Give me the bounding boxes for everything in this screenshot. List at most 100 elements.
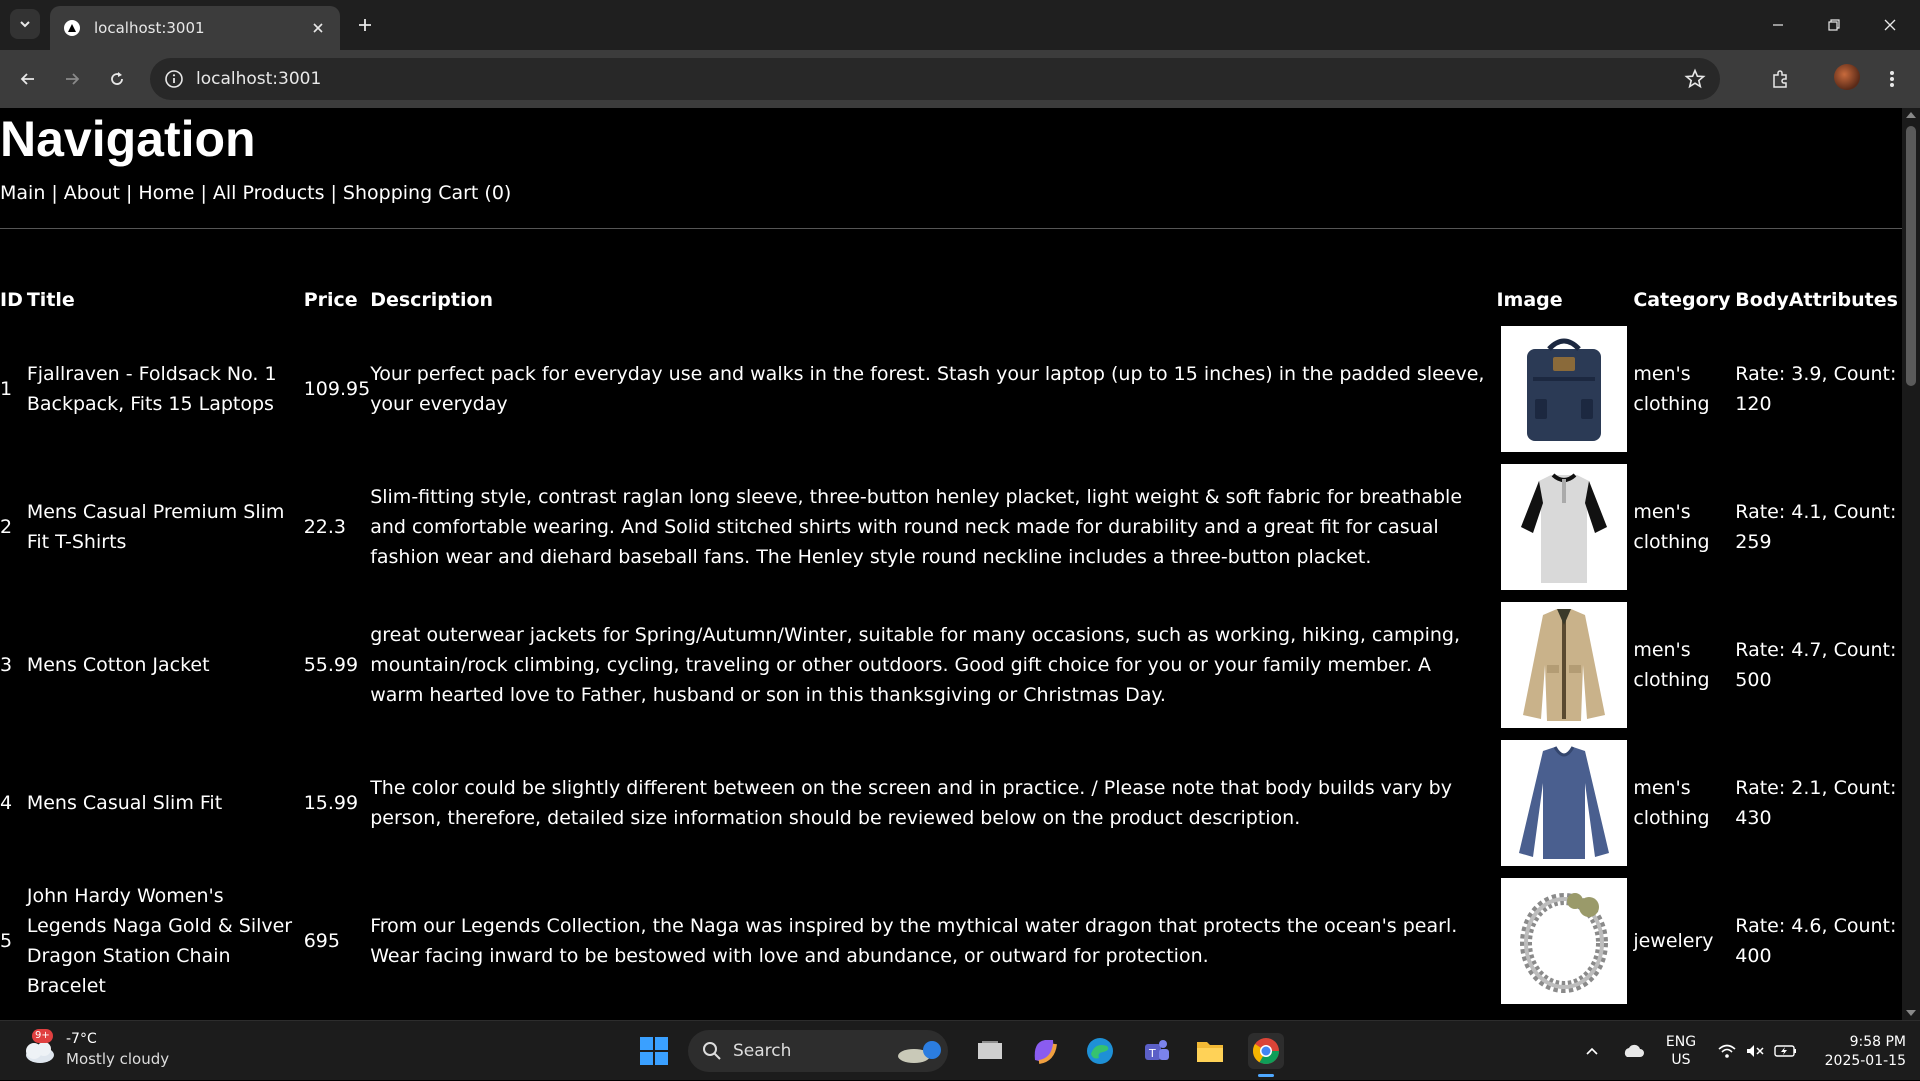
cell-id: 4 <box>0 792 13 814</box>
jacket-image <box>1501 602 1628 728</box>
copilot-icon <box>1034 1040 1057 1064</box>
close-icon <box>1884 19 1896 31</box>
extensions-button[interactable] <box>1764 63 1796 95</box>
cell-title: Mens Cotton Jacket <box>26 654 210 676</box>
back-button[interactable] <box>12 63 44 95</box>
menu-button[interactable] <box>1876 63 1908 95</box>
longsleeve-shirt-image <box>1501 740 1628 866</box>
products-table: ID Title Price Description Image Categor… <box>0 280 1902 1010</box>
cell-category: jewelery <box>1633 930 1714 952</box>
header-image: Image <box>1496 289 1563 311</box>
cell-category: men's clothing <box>1633 363 1710 415</box>
language-code: ENG <box>1665 1034 1697 1050</box>
cell-attributes: Rate: 4.1, Count: 259 <box>1735 501 1897 553</box>
table-row: 2 Mens Casual Premium Slim Fit T-Shirts … <box>0 458 1902 596</box>
scroll-down-icon[interactable] <box>1906 1010 1916 1016</box>
weather-condition: Mostly cloudy <box>66 1050 170 1068</box>
nav-link-main[interactable]: Main <box>0 182 45 204</box>
chevron-down-icon <box>20 21 30 28</box>
task-view-button[interactable] <box>972 1033 1008 1069</box>
chrome-button[interactable] <box>1248 1033 1284 1077</box>
search-icon <box>703 1042 721 1060</box>
cell-title: Mens Casual Premium Slim Fit T-Shirts <box>26 501 285 553</box>
search-highlight-icon <box>898 1041 941 1063</box>
teams-icon: T <box>1145 1040 1169 1060</box>
more-vertical-icon <box>1890 71 1894 87</box>
close-window-button[interactable] <box>1862 0 1918 50</box>
bracelet-image <box>1501 878 1628 1004</box>
cell-id: 2 <box>0 516 13 538</box>
windows-taskbar: 9+ -7°C Mostly cloudy Search T ENG US 9:… <box>0 1020 1920 1080</box>
backpack-image <box>1501 326 1628 452</box>
show-hidden-icons-button[interactable] <box>1580 1021 1604 1081</box>
nav-link-home[interactable]: Home <box>138 182 194 204</box>
weather-temp: -7°C <box>66 1031 97 1047</box>
wifi-button[interactable] <box>1714 1021 1740 1081</box>
arrow-right-icon <box>66 73 80 85</box>
folder-icon <box>1197 1042 1223 1062</box>
tab-search-button[interactable] <box>10 9 40 39</box>
clock-date: 2025-01-15 <box>1824 1053 1906 1069</box>
cell-price: 15.99 <box>303 792 359 814</box>
table-row: 3 Mens Cotton Jacket 55.99 great outerwe… <box>0 596 1902 734</box>
battery-button[interactable] <box>1772 1021 1800 1081</box>
restore-button[interactable] <box>1806 0 1862 50</box>
page-scrollbar[interactable] <box>1902 108 1920 1020</box>
nav-link-about[interactable]: About <box>64 182 120 204</box>
volume-button[interactable] <box>1742 1021 1768 1081</box>
browser-toolbar: localhost:3001 <box>0 50 1920 108</box>
header-category: Category <box>1633 289 1731 311</box>
profile-avatar[interactable] <box>1834 64 1860 90</box>
edge-button[interactable] <box>1082 1033 1118 1069</box>
table-row: 1 Fjallraven - Foldsack No. 1 Backpack, … <box>0 320 1902 458</box>
system-clock[interactable]: 9:58 PM 2025-01-15 <box>1810 1033 1906 1071</box>
cell-description: The color could be slightly different be… <box>370 777 1452 829</box>
taskbar-search[interactable]: Search <box>688 1030 948 1072</box>
language-indicator[interactable]: ENG US <box>1662 1021 1700 1081</box>
tshirt-image <box>1501 464 1628 590</box>
cell-id: 5 <box>0 930 13 952</box>
start-button[interactable] <box>636 1033 672 1069</box>
favicon-icon <box>64 20 80 36</box>
table-header-row: ID Title Price Description Image Categor… <box>0 280 1902 320</box>
header-title: Title <box>26 289 75 311</box>
onedrive-button[interactable] <box>1618 1021 1648 1081</box>
address-bar[interactable]: localhost:3001 <box>150 58 1720 100</box>
weather-widget[interactable]: 9+ -7°C Mostly cloudy <box>18 1029 169 1069</box>
puzzle-icon <box>1773 70 1787 88</box>
close-tab-icon[interactable] <box>308 18 328 38</box>
reload-button[interactable] <box>101 63 133 95</box>
cell-attributes: Rate: 2.1, Count: 430 <box>1735 777 1897 829</box>
weather-badge: 9+ <box>32 1029 53 1043</box>
teams-button[interactable]: T <box>1138 1033 1174 1069</box>
table-row: 5 John Hardy Women's Legends Naga Gold &… <box>0 872 1902 1010</box>
forward-button[interactable] <box>56 63 88 95</box>
cell-description: From our Legends Collection, the Naga wa… <box>370 915 1458 967</box>
table-row: 4 Mens Casual Slim Fit 15.99 The color c… <box>0 734 1902 872</box>
cell-price: 109.95 <box>303 378 371 400</box>
new-tab-button[interactable] <box>352 12 378 38</box>
copilot-button[interactable] <box>1026 1033 1062 1069</box>
minimize-button[interactable] <box>1750 0 1806 50</box>
wifi-icon <box>1718 1044 1736 1058</box>
file-explorer-button[interactable] <box>1192 1033 1228 1069</box>
nav-link-all-products[interactable]: All Products <box>213 182 325 204</box>
cell-attributes: Rate: 4.7, Count: 500 <box>1735 639 1897 691</box>
nav-separator: | <box>125 182 133 204</box>
scrollbar-thumb[interactable] <box>1906 126 1916 386</box>
cell-category: men's clothing <box>1633 777 1710 829</box>
windows-logo-icon <box>640 1037 668 1065</box>
site-info-icon[interactable] <box>164 69 184 89</box>
cell-price: 22.3 <box>303 516 347 538</box>
cell-price: 695 <box>303 930 340 952</box>
url-text: localhost:3001 <box>196 69 322 89</box>
cell-description: Slim-fitting style, contrast raglan long… <box>370 486 1463 568</box>
nav-link-shopping-cart[interactable]: Shopping Cart (0) <box>343 182 511 204</box>
scroll-up-icon[interactable] <box>1906 112 1916 118</box>
cell-id: 1 <box>0 378 13 400</box>
browser-tab[interactable]: localhost:3001 <box>50 6 340 50</box>
cell-description: Your perfect pack for everyday use and w… <box>370 363 1485 415</box>
cell-category: men's clothing <box>1633 501 1710 553</box>
bookmark-star-icon[interactable] <box>1684 68 1706 90</box>
volume-muted-icon <box>1747 1045 1764 1057</box>
